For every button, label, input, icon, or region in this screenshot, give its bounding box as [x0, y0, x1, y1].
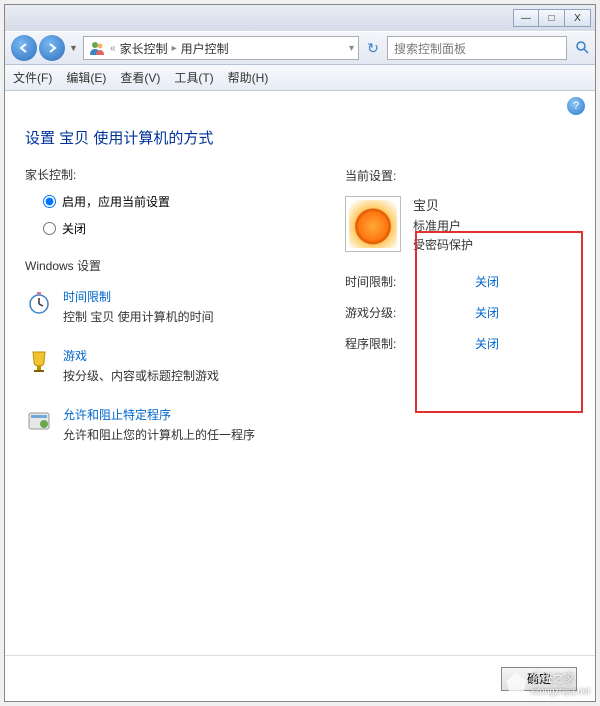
games-desc: 按分级、内容或标题控制游戏 [63, 367, 219, 384]
navigation-bar: ▼ « 家长控制 ▸ 用户控制 ▾ ↻ 搜索控制面板 [5, 31, 595, 65]
status-val-programs[interactable]: 关闭 [475, 335, 499, 352]
radio-disable-input[interactable] [43, 222, 56, 235]
titlebar: — □ X [5, 5, 595, 31]
search-icon[interactable] [575, 40, 589, 57]
search-input[interactable]: 搜索控制面板 [387, 36, 567, 60]
program-icon [25, 406, 53, 434]
setting-programs: 允许和阻止特定程序 允许和阻止您的计算机上的任一程序 [25, 406, 575, 443]
breadcrumb[interactable]: « 家长控制 ▸ 用户控制 ▾ [83, 36, 359, 60]
current-settings-label: 当前设置: [345, 167, 555, 184]
maximize-button[interactable]: □ [539, 9, 565, 27]
user-protection: 受密码保护 [413, 236, 473, 255]
status-row-games: 游戏分级: 关闭 [345, 304, 555, 321]
user-name: 宝贝 [413, 196, 473, 217]
chevron-right-icon: ▸ [172, 43, 177, 54]
user-type: 标准用户 [413, 217, 473, 236]
time-limits-desc: 控制 宝贝 使用计算机的时间 [63, 308, 214, 325]
radio-enable-input[interactable] [43, 195, 56, 208]
breadcrumb-item-user[interactable]: 用户控制 [181, 40, 229, 57]
search-placeholder: 搜索控制面板 [394, 40, 560, 57]
help-icon[interactable]: ? [567, 97, 585, 115]
window-frame: — □ X ▼ « 家长控制 ▸ 用户控制 ▾ ↻ 搜索控制面板 [4, 4, 596, 702]
avatar-image [349, 200, 397, 248]
status-val-time[interactable]: 关闭 [475, 273, 499, 290]
status-row-time: 时间限制: 关闭 [345, 273, 555, 290]
status-key-time: 时间限制: [345, 273, 475, 290]
menu-bar: 文件(F) 编辑(E) 查看(V) 工具(T) 帮助(H) [5, 65, 595, 91]
status-val-games[interactable]: 关闭 [475, 304, 499, 321]
forward-button[interactable] [39, 35, 65, 61]
games-link[interactable]: 游戏 [63, 347, 219, 364]
people-icon [88, 39, 106, 57]
right-panel: 当前设置: 宝贝 标准用户 受密码保护 时间限制: 关闭 [345, 167, 555, 366]
breadcrumb-dropdown[interactable]: ▾ [349, 43, 354, 54]
breadcrumb-separator: « [110, 43, 116, 54]
page-title: 设置 宝贝 使用计算机的方式 [25, 127, 575, 148]
footer: 确定 [5, 655, 595, 701]
minimize-button[interactable]: — [513, 9, 539, 27]
menu-edit[interactable]: 编辑(E) [66, 69, 106, 86]
programs-desc: 允许和阻止您的计算机上的任一程序 [63, 426, 255, 443]
ok-button[interactable]: 确定 [501, 667, 577, 691]
close-button[interactable]: X [565, 9, 591, 27]
menu-view[interactable]: 查看(V) [120, 69, 160, 86]
status-key-programs: 程序限制: [345, 335, 475, 352]
radio-enable-label: 启用，应用当前设置 [62, 193, 170, 210]
menu-help[interactable]: 帮助(H) [228, 69, 269, 86]
status-row-programs: 程序限制: 关闭 [345, 335, 555, 352]
time-limits-link[interactable]: 时间限制 [63, 288, 214, 305]
nav-history-dropdown[interactable]: ▼ [69, 43, 79, 53]
status-key-games: 游戏分级: [345, 304, 475, 321]
refresh-button[interactable]: ↻ [363, 40, 383, 57]
user-block: 宝贝 标准用户 受密码保护 [345, 196, 555, 255]
avatar [345, 196, 401, 252]
back-button[interactable] [11, 35, 37, 61]
programs-link[interactable]: 允许和阻止特定程序 [63, 406, 255, 423]
content-area: ? 设置 宝贝 使用计算机的方式 家长控制: 启用，应用当前设置 关闭 Wind… [5, 91, 595, 655]
breadcrumb-item-parental[interactable]: 家长控制 [120, 40, 168, 57]
status-table: 时间限制: 关闭 游戏分级: 关闭 程序限制: 关闭 [345, 273, 555, 352]
menu-tools[interactable]: 工具(T) [174, 69, 213, 86]
menu-file[interactable]: 文件(F) [13, 69, 52, 86]
radio-disable-label: 关闭 [62, 220, 86, 237]
clock-icon [25, 288, 53, 316]
trophy-icon [25, 347, 53, 375]
